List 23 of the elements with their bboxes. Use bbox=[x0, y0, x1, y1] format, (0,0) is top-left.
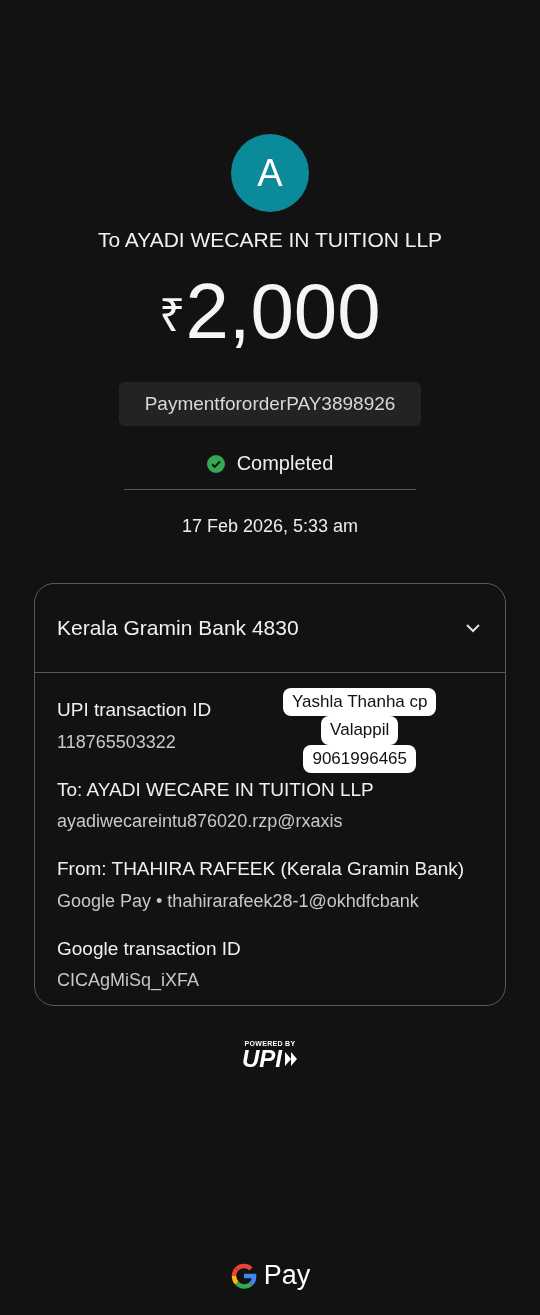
detail-value: ayadiwecareintu876020.rzp@rxaxis bbox=[57, 811, 343, 833]
sticker-text: Yashla Thanha cp bbox=[283, 688, 437, 717]
bank-name: Kerala Gramin Bank 4830 bbox=[57, 616, 299, 640]
avatar: A bbox=[231, 134, 309, 212]
payment-note: PaymentfororderPAY3898926 bbox=[118, 382, 422, 426]
amount: 2,000 bbox=[185, 272, 381, 350]
sticker-text: 9061996465 bbox=[303, 744, 416, 774]
bank-row[interactable]: Kerala Gramin Bank 4830 bbox=[35, 584, 505, 673]
currency-symbol: ₹ bbox=[159, 288, 186, 343]
detail-label: Google transaction ID bbox=[57, 936, 241, 961]
sticker-text: Valappil bbox=[321, 716, 399, 745]
transaction-date: 17 Feb 2026, 5:33 am bbox=[181, 516, 359, 537]
brand-name: Pay bbox=[263, 1260, 311, 1291]
detail-value: 118765503322 bbox=[57, 731, 176, 753]
payee-title: To AYADI WECARE IN TUITION LLP bbox=[97, 228, 443, 252]
google-g-icon bbox=[229, 1261, 258, 1290]
detail-label: UPI transaction ID bbox=[57, 698, 212, 722]
detail-value: CICAgMiSq_iXFA bbox=[57, 970, 200, 992]
detail-label: From: THAHIRA RAFEEK (Kerala Gramin Bank) bbox=[57, 857, 465, 882]
upi-logo: UPI bbox=[242, 1047, 282, 1072]
detail-label: To: AYADI WECARE IN TUITION LLP bbox=[57, 777, 374, 802]
status-label: Completed bbox=[236, 452, 334, 475]
detail-value: Google Pay • thahirarafeek28-1@okhdfcbank bbox=[57, 890, 419, 912]
